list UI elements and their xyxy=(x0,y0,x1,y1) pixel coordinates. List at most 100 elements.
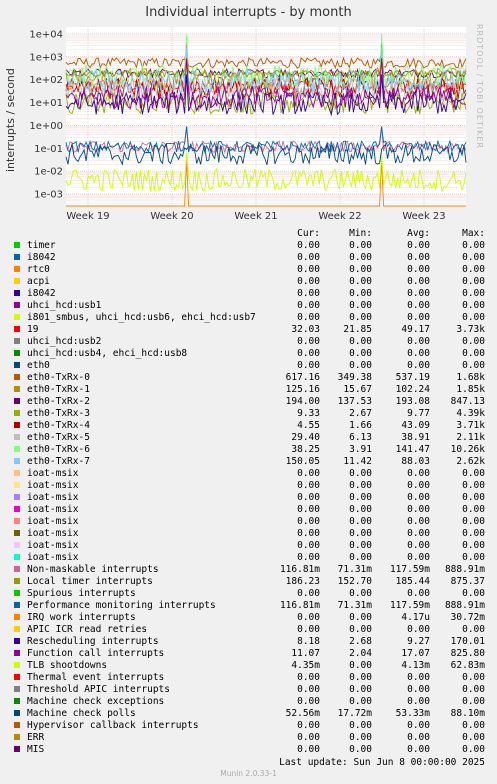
legend-series-name: Function call interrupts xyxy=(27,648,165,659)
legend-color-swatch xyxy=(14,446,20,452)
legend-row: ERR 0.00 0.00 0.00 0.00 xyxy=(0,732,497,744)
legend-value-min: 0.00 xyxy=(349,744,372,755)
legend-value-avg: 9.27 xyxy=(407,636,430,647)
legend-color-swatch xyxy=(14,554,20,560)
legend-color-swatch xyxy=(14,530,20,536)
legend-row: Threshold APIC interrupts 0.00 0.00 0.00 0.0… xyxy=(0,684,497,696)
legend-color-swatch xyxy=(14,470,20,476)
legend-row: TLB shootdowns 4.35m 0.00 4.13m 62.83m xyxy=(0,660,497,672)
legend-value-max: 0.00 xyxy=(462,696,485,707)
legend-series-name: Machine check exceptions xyxy=(27,696,165,707)
legend-value-avg: 0.00 xyxy=(407,504,430,515)
legend-value-min: 0.00 xyxy=(349,624,372,635)
legend-value-avg: 537.19 xyxy=(395,372,430,383)
legend-color-swatch xyxy=(14,266,20,272)
legend-value-max: 0.00 xyxy=(462,528,485,539)
legend-value-cur: 0.00 xyxy=(297,624,320,635)
legend-value-min: 349.38 xyxy=(337,372,372,383)
legend-value-avg: 43.09 xyxy=(401,420,430,431)
legend-column-header: Cur: xyxy=(297,228,320,239)
legend-value-min: 152.70 xyxy=(337,576,372,587)
legend-series-name: eth0-TxRx-4 xyxy=(27,420,90,431)
legend-series-name: IRQ work interrupts xyxy=(27,612,136,623)
legend-row: uhci_hcd:usb1 0.00 0.00 0.00 0.00 xyxy=(0,300,497,312)
legend-row: Hypervisor callback interrupts 0.00 0.00 0.… xyxy=(0,720,497,732)
legend-series-name: ioat-msix xyxy=(27,492,79,503)
legend-value-min: 0.00 xyxy=(349,552,372,563)
legend-value-max: 0.00 xyxy=(462,276,485,287)
legend-series-name: APIC ICR read retries xyxy=(27,624,148,635)
legend-value-min: 1.66 xyxy=(349,420,372,431)
legend-value-min: 2.68 xyxy=(349,636,372,647)
legend-color-swatch xyxy=(14,506,20,512)
legend-color-swatch xyxy=(14,662,20,668)
legend-color-swatch xyxy=(14,374,20,380)
legend-value-max: 0.00 xyxy=(462,588,485,599)
legend-value-cur: 150.05 xyxy=(285,456,320,467)
legend-series-name: Machine check polls xyxy=(27,708,136,719)
legend-value-cur: 0.00 xyxy=(297,684,320,695)
legend-row: eth0 0.00 0.00 0.00 0.00 xyxy=(0,360,497,372)
legend-value-min: 17.72m xyxy=(337,708,372,719)
legend-series-name: uhci_hcd:usb1 xyxy=(27,300,102,311)
legend-value-min: 0.00 xyxy=(349,660,372,671)
legend-color-swatch xyxy=(14,434,20,440)
legend-value-max: 0.00 xyxy=(462,552,485,563)
legend-value-max: 0.00 xyxy=(462,288,485,299)
legend-value-max: 88.10m xyxy=(450,708,485,719)
legend-series-name: uhci_hcd:usb2 xyxy=(27,336,102,347)
legend-value-min: 0.00 xyxy=(349,264,372,275)
legend-value-max: 0.00 xyxy=(462,252,485,263)
legend-value-avg: 0.00 xyxy=(407,516,430,527)
legend-value-cur: 0.00 xyxy=(297,612,320,623)
y-tick-label: 1e+01 xyxy=(29,98,63,109)
legend-value-avg: 53.33m xyxy=(395,708,430,719)
legend-series-name: ioat-msix xyxy=(27,516,79,527)
legend-row: uhci_hcd:usb2 0.00 0.00 0.00 0.00 xyxy=(0,336,497,348)
legend-series-name: acpi xyxy=(27,276,50,287)
legend-color-swatch xyxy=(14,626,20,632)
y-tick-label: 1e-01 xyxy=(34,144,63,155)
legend-value-max: 62.83m xyxy=(450,660,485,671)
legend-series-name: ioat-msix xyxy=(27,528,79,539)
legend-row: Machine check exceptions 0.00 0.00 0.00 0.00 xyxy=(0,696,497,708)
legend-value-avg: 4.13m xyxy=(401,660,430,671)
legend-color-swatch xyxy=(14,422,20,428)
legend-series-name: eth0-TxRx-6 xyxy=(27,444,90,455)
legend-row: eth0-TxRx-1 125.16 15.67 102.24 1.85k xyxy=(0,384,497,396)
legend-value-min: 0.00 xyxy=(349,240,372,251)
legend-value-min: 0.00 xyxy=(349,252,372,263)
legend-value-avg: 0.00 xyxy=(407,348,430,359)
legend-row: Non-maskable interrupts 116.81m 71.31m 117.… xyxy=(0,564,497,576)
legend-color-swatch xyxy=(14,590,20,596)
legend-row: eth0-TxRx-7 150.05 11.42 88.03 2.62k xyxy=(0,456,497,468)
legend-value-avg: 0.00 xyxy=(407,276,430,287)
legend-value-min: 0.00 xyxy=(349,360,372,371)
legend-value-max: 30.72m xyxy=(450,612,485,623)
legend-column-header: Min: xyxy=(349,228,372,239)
legend-series-name: ioat-msix xyxy=(27,468,79,479)
legend-value-avg: 0.00 xyxy=(407,264,430,275)
legend-value-cur: 0.00 xyxy=(297,552,320,563)
legend-value-cur: 9.33 xyxy=(297,408,320,419)
legend-value-cur: 0.00 xyxy=(297,360,320,371)
legend-value-min: 137.53 xyxy=(337,396,372,407)
x-tick-label: Week 21 xyxy=(234,211,277,222)
legend-value-max: 825.80 xyxy=(450,648,485,659)
legend-row: eth0-TxRx-4 4.55 1.66 43.09 3.71k xyxy=(0,420,497,432)
legend-value-cur: 0.00 xyxy=(297,336,320,347)
legend-series-name: eth0-TxRx-5 xyxy=(27,432,90,443)
legend-color-swatch xyxy=(14,542,20,548)
legend-color-swatch xyxy=(14,338,20,344)
legend-value-cur: 4.35m xyxy=(291,660,320,671)
legend-value-min: 0.00 xyxy=(349,276,372,287)
legend-value-min: 2.04 xyxy=(349,648,372,659)
legend-series-name: Local timer interrupts xyxy=(27,576,153,587)
legend-color-swatch xyxy=(14,482,20,488)
legend-row: Machine check polls 52.56m 17.72m 53.33m 88.… xyxy=(0,708,497,720)
legend-value-min: 0.00 xyxy=(349,336,372,347)
legend-value-cur: 0.00 xyxy=(297,528,320,539)
legend-color-swatch xyxy=(14,698,20,704)
legend-color-swatch xyxy=(14,746,20,752)
legend-value-cur: 116.81m xyxy=(279,564,320,575)
